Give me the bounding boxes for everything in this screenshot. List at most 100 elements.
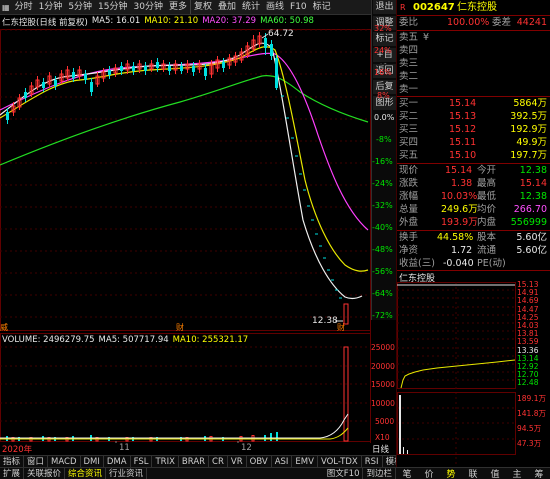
- buy-volume: 49.9万: [516, 137, 547, 148]
- buy-row: 买五 15.10 197.7万: [397, 149, 550, 162]
- mini-axis-label: 14.69: [517, 296, 539, 305]
- stat-row: 外盘 193.9万 内盘 556999: [397, 216, 550, 229]
- tab-link[interactable]: 联: [468, 467, 477, 479]
- tab-related-quotes[interactable]: 关联报价: [24, 467, 66, 479]
- tab-extend[interactable]: 扩展: [0, 467, 25, 479]
- sell-price: ¥: [423, 32, 430, 43]
- buy-label: 买三: [399, 124, 419, 135]
- stat-row: 现价 15.14 今开 12.38: [397, 164, 550, 177]
- stat-row: 总量 249.6万 均价 266.70: [397, 203, 550, 216]
- high-price-label: 64.72: [268, 29, 294, 39]
- stat-value: 193.9万: [441, 217, 478, 228]
- stat-value: 12.38: [519, 191, 547, 202]
- stat-label: 换手: [399, 232, 419, 243]
- stock-name: 仁东控股: [457, 2, 497, 13]
- axis-label: 8%: [377, 91, 390, 100]
- tab-industry-news[interactable]: 行业资讯: [106, 467, 148, 479]
- month-label: 12: [241, 443, 252, 453]
- sell-row: 卖五 ¥: [397, 31, 550, 44]
- order-ratio-value: 100.00%: [447, 17, 490, 28]
- buy-volume: 392.5万: [510, 111, 547, 122]
- quote-panel: R 002647 仁东控股 委比 100.00% 委差 44241 卖五 ¥ 卖…: [396, 0, 550, 479]
- stat-label: 涨跌: [399, 178, 419, 189]
- buy-volume: 192.9万: [510, 124, 547, 135]
- stat-value: 10.03%: [441, 191, 478, 202]
- buy-row: 买一 15.14 5864万: [397, 97, 550, 110]
- sell-row: 卖二: [397, 70, 550, 83]
- mini-vol-label: 189.1万: [517, 394, 546, 403]
- stat-value: -0.040: [443, 258, 474, 269]
- tab-trend[interactable]: 势: [446, 467, 455, 479]
- buy-row: 买二 15.13 392.5万: [397, 110, 550, 123]
- margin-flag: R: [400, 3, 406, 12]
- right-bottom-tabs: 笔 价 势 联 值 主 筹: [396, 467, 550, 479]
- buy-label: 买一: [399, 98, 419, 109]
- event-marker[interactable]: 威: [0, 322, 8, 333]
- sell-row: 卖一: [397, 83, 550, 96]
- stat-value: 15.14: [445, 165, 473, 176]
- axis-label: -48%: [372, 245, 393, 254]
- axis-label: -16%: [372, 157, 393, 166]
- sell-label: 卖三: [399, 58, 419, 69]
- vol-ma10-value: MA10: 255321.17: [172, 335, 249, 345]
- volume-value: VOLUME: 2496279.75: [2, 335, 95, 345]
- mini-vol-label: 141.8万: [517, 409, 546, 418]
- buy-price: 15.10: [449, 150, 477, 161]
- axis-label: 24%: [374, 46, 392, 55]
- event-marker[interactable]: 财: [337, 322, 345, 333]
- buy-label: 买四: [399, 137, 419, 148]
- tab-tick[interactable]: 笔: [402, 467, 411, 479]
- sell-row: 卖三: [397, 57, 550, 70]
- sell-label: 卖二: [399, 71, 419, 82]
- month-label: 11: [119, 443, 130, 453]
- tab-news[interactable]: 综合资讯: [65, 467, 107, 479]
- axis-label: -32%: [372, 201, 393, 210]
- axis-label: -72%: [372, 311, 393, 320]
- stat-row: 涨跌 1.38 最高 15.14: [397, 177, 550, 190]
- stat-value: 1.38: [451, 178, 473, 189]
- stat-label: 流通: [477, 245, 497, 256]
- stat-row: 收益(三) -0.040 PE(动): [397, 257, 550, 270]
- stat-value: 44.58%: [437, 232, 474, 243]
- low-price-label: 12.38: [312, 316, 338, 326]
- stock-code: 002647: [413, 2, 455, 13]
- mini-axis-label: 12.48: [517, 378, 539, 387]
- stat-label: 今开: [477, 165, 497, 176]
- vol-axis-label: 20000: [371, 362, 395, 371]
- tab-price[interactable]: 价: [424, 467, 433, 479]
- mini-axis-label: 13.59: [517, 337, 539, 346]
- stat-value: 249.6万: [441, 204, 478, 215]
- buy-price: 15.12: [449, 124, 477, 135]
- tab-chips[interactable]: 筹: [534, 467, 543, 479]
- axis-label: 32%: [374, 24, 392, 33]
- stat-label: 涨幅: [399, 191, 419, 202]
- stat-value: 5.60亿: [516, 232, 547, 243]
- buy-price: 15.14: [449, 98, 477, 109]
- buy-row: 买四 15.11 49.9万: [397, 136, 550, 149]
- order-ratio-row: 委比 100.00% 委差 44241: [397, 16, 550, 29]
- mini-vol-label: 94.5万: [517, 424, 542, 433]
- tab-f10-graphic[interactable]: 图文F10: [324, 467, 364, 479]
- tab-value[interactable]: 值: [490, 467, 499, 479]
- event-marker[interactable]: 财: [176, 322, 184, 333]
- vol-axis-label: X10: [375, 433, 390, 442]
- tab-main[interactable]: 主: [512, 467, 521, 479]
- order-diff-value: 44241: [516, 17, 547, 28]
- order-diff-label: 委差: [492, 17, 512, 28]
- kline-chart[interactable]: [0, 0, 396, 443]
- tab-to-sidebar[interactable]: 到边栏: [363, 467, 396, 479]
- volume-axis: 25000 20000 15000 10000 5000 X10: [371, 340, 396, 443]
- stat-value: 5.60亿: [516, 245, 547, 256]
- buy-row: 买三 15.12 192.9万: [397, 123, 550, 136]
- stat-label: 净资: [399, 245, 419, 256]
- stat-value: 15.14: [519, 178, 547, 189]
- stat-label: 收益(三): [399, 258, 435, 269]
- buy-price: 15.13: [449, 111, 477, 122]
- axis-label: -24%: [372, 179, 393, 188]
- mini-vol-label: 47.3万: [517, 439, 542, 448]
- sell-row: 卖四: [397, 44, 550, 57]
- buy-volume: 197.7万: [510, 150, 547, 161]
- stock-header: R 002647 仁东控股: [397, 1, 550, 15]
- order-ratio-label: 委比: [399, 17, 419, 28]
- stat-value: 1.72: [451, 245, 473, 256]
